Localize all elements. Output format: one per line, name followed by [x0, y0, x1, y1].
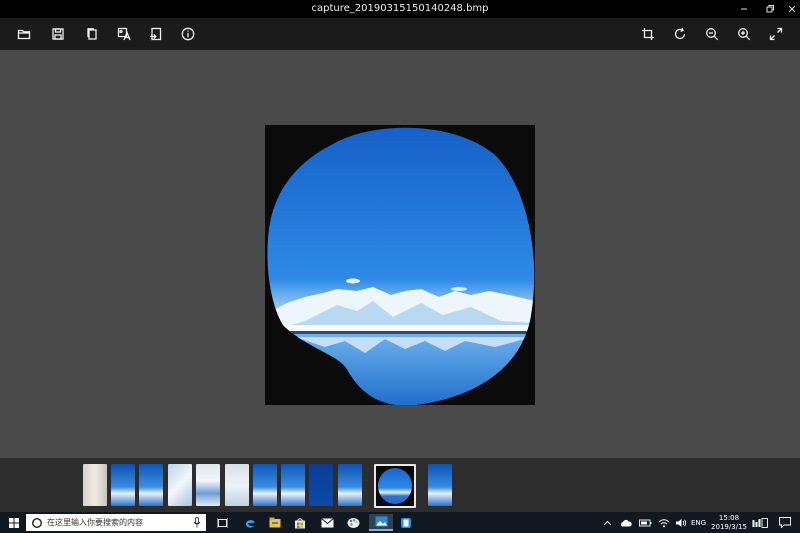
thumbnail-3[interactable] — [139, 464, 163, 506]
zoom-out-icon — [706, 28, 719, 41]
rotate-icon — [674, 27, 686, 40]
file-explorer-app[interactable] — [265, 514, 285, 531]
main-image — [265, 125, 535, 405]
export-button[interactable] — [146, 24, 166, 44]
battery-icon — [638, 519, 651, 526]
minimize-button[interactable] — [732, 0, 756, 18]
title-bar: capture_20190315150140248.bmp — [0, 0, 800, 18]
clock-date[interactable]: 2019/3/15 — [710, 523, 748, 531]
zoom-out-button[interactable] — [702, 24, 722, 44]
paint-app[interactable] — [343, 514, 363, 531]
edge-app[interactable] — [240, 514, 260, 531]
file-explorer-icon — [269, 517, 281, 528]
windows-icon — [9, 517, 19, 528]
thumbnail-1[interactable] — [83, 464, 107, 506]
thumbnail-2[interactable] — [111, 464, 135, 506]
photos-icon — [375, 516, 387, 527]
save-icon — [52, 28, 64, 40]
restore-button[interactable] — [758, 0, 782, 18]
start-button[interactable] — [4, 514, 24, 531]
thumbnail-4[interactable] — [168, 464, 192, 506]
search-placeholder: 在这里输入你要搜索的内容 — [47, 518, 143, 527]
chevron-up-icon — [603, 520, 611, 525]
thumbnail-11-selected[interactable] — [374, 464, 416, 508]
edge-icon — [246, 519, 255, 528]
export-icon — [150, 27, 162, 41]
pinned-app[interactable] — [396, 514, 416, 531]
task-view-icon — [216, 517, 228, 528]
cloud-icon — [620, 519, 632, 526]
mail-app[interactable] — [317, 514, 337, 531]
text-recognition-button[interactable] — [114, 24, 134, 44]
info-icon — [181, 27, 195, 41]
volume-icon — [676, 518, 687, 527]
cortana-icon — [31, 517, 43, 528]
text-recognition-icon — [117, 27, 131, 41]
thumbnail-6[interactable] — [225, 464, 249, 506]
fit-screen-icon — [769, 27, 783, 41]
volume-tray[interactable] — [673, 514, 689, 531]
zoom-in-button[interactable] — [734, 24, 754, 44]
store-icon — [295, 517, 305, 528]
store-app[interactable] — [290, 514, 310, 531]
taskbar-search[interactable]: 在这里输入你要搜索的内容 — [26, 514, 206, 531]
toolbar — [0, 18, 800, 50]
thumbnail-8[interactable] — [281, 464, 305, 506]
copy-button[interactable] — [82, 24, 102, 44]
thumbnail-9[interactable] — [309, 464, 333, 506]
photos-app-active[interactable] — [369, 514, 393, 531]
task-view-button[interactable] — [212, 514, 232, 531]
mail-icon — [320, 517, 334, 527]
folder-icon — [17, 29, 31, 40]
battery-tray[interactable] — [637, 514, 653, 531]
crop-button[interactable] — [638, 24, 658, 44]
paint-icon — [347, 517, 359, 528]
filmstrip — [0, 458, 800, 512]
meter-icon — [752, 517, 768, 528]
rotate-button[interactable] — [670, 24, 690, 44]
microphone-icon[interactable] — [193, 517, 201, 528]
language-indicator[interactable]: ENG — [691, 519, 706, 527]
open-button[interactable] — [14, 24, 34, 44]
thumbnail-10[interactable] — [338, 464, 362, 506]
notifications-button[interactable] — [776, 514, 794, 531]
thumbnail-7[interactable] — [253, 464, 277, 506]
window-title: capture_20190315150140248.bmp — [311, 3, 489, 14]
notification-icon — [779, 517, 791, 528]
crop-icon — [642, 28, 654, 40]
restore-icon — [766, 5, 774, 13]
wifi-icon — [658, 518, 670, 527]
taskbar: 在这里输入你要搜索的内容 ENG 15:08 2019/3/15 — [0, 512, 800, 533]
minimize-icon — [741, 8, 747, 10]
thumbnail-12[interactable] — [428, 464, 452, 506]
zoom-in-icon — [738, 28, 751, 41]
app-icon — [401, 517, 411, 528]
copy-icon — [87, 28, 97, 40]
clock-time[interactable]: 15:08 — [716, 514, 742, 522]
thumbnail-5[interactable] — [196, 464, 220, 506]
tray-app[interactable] — [750, 514, 770, 531]
close-button[interactable] — [780, 0, 800, 18]
save-button[interactable] — [48, 24, 68, 44]
onedrive-tray[interactable] — [618, 514, 634, 531]
image-canvas[interactable] — [0, 50, 800, 458]
info-button[interactable] — [178, 24, 198, 44]
tray-expand-button[interactable] — [600, 514, 614, 531]
fit-screen-button[interactable] — [766, 24, 786, 44]
network-tray[interactable] — [656, 514, 672, 531]
close-icon — [788, 5, 796, 13]
